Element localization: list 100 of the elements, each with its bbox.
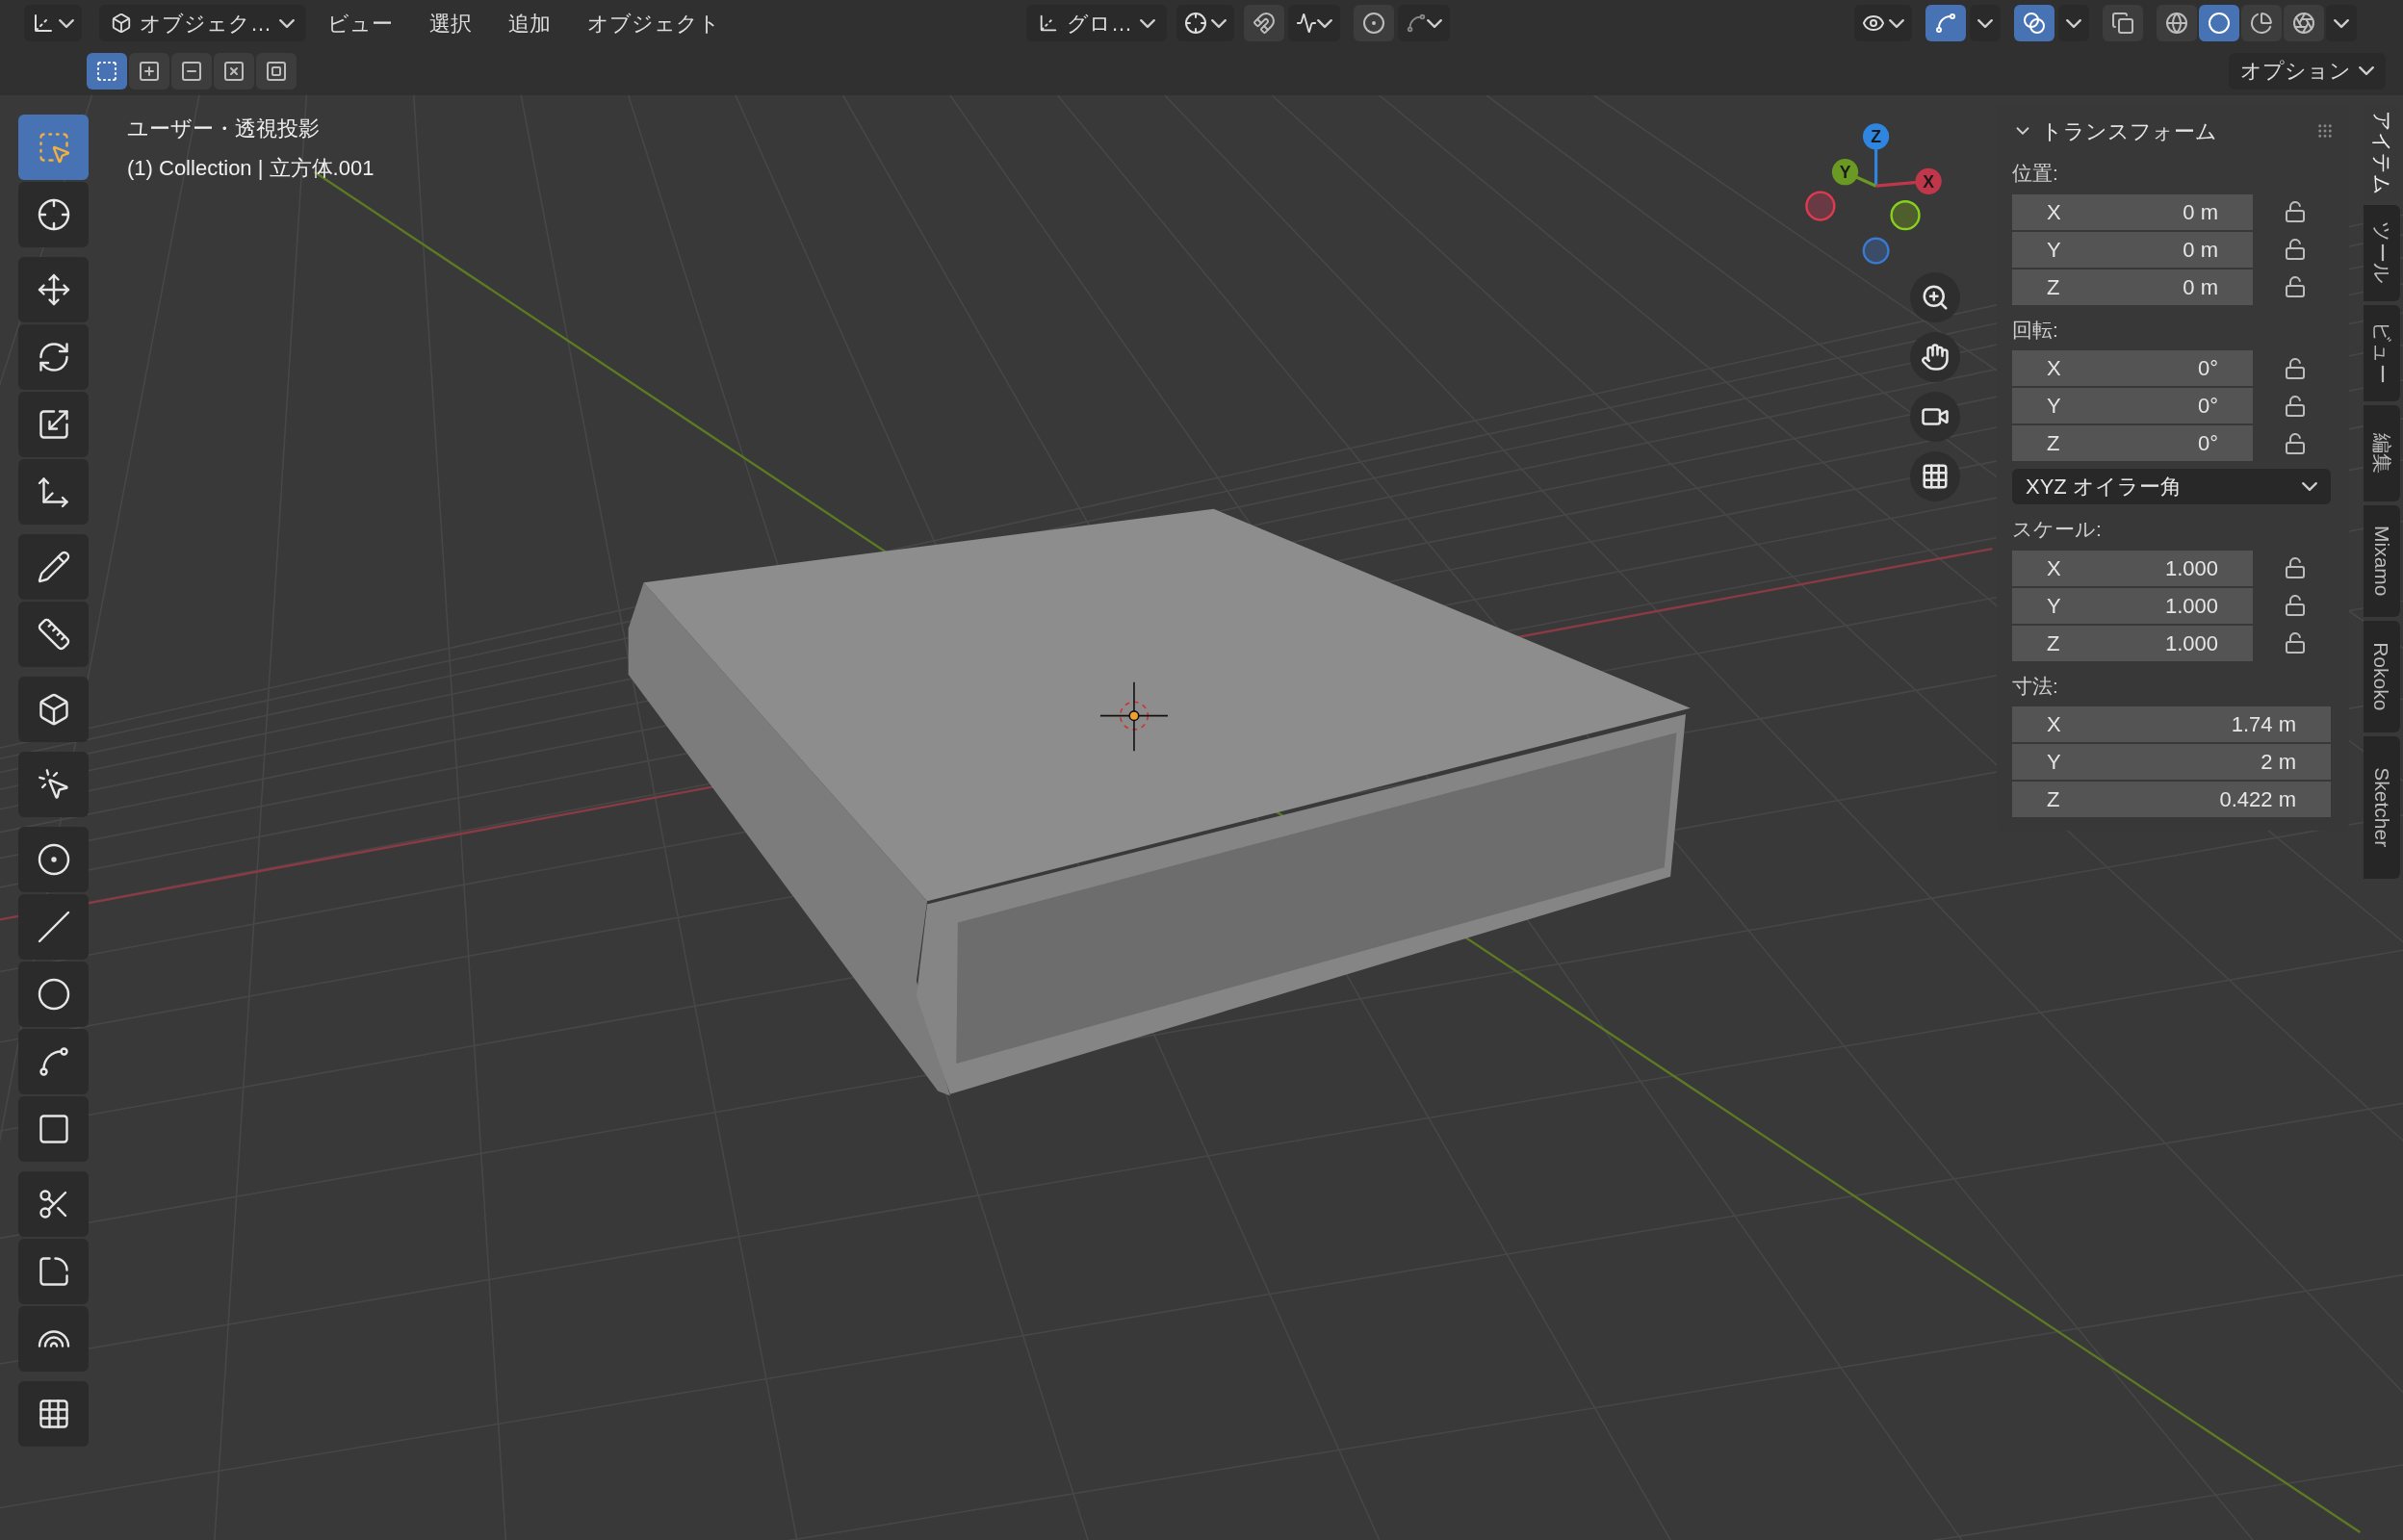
- lock-open-icon: [2284, 275, 2307, 298]
- tool-button[interactable]: [18, 1381, 89, 1447]
- negative-axis-handle[interactable]: [1805, 191, 1836, 221]
- sidebar-tab[interactable]: Sketcher: [2364, 736, 2400, 879]
- number-field[interactable]: Y 0°: [2012, 388, 2253, 424]
- shading-button[interactable]: [2157, 5, 2197, 41]
- number-field[interactable]: Y 1.000: [2012, 587, 2253, 624]
- negative-axis-handle[interactable]: [1890, 200, 1921, 231]
- caret-icon: [1889, 18, 1904, 28]
- number-field[interactable]: Z 1.000: [2012, 625, 2253, 661]
- lock-toggle[interactable]: [2284, 356, 2307, 380]
- falloff-curve-icon: [1406, 13, 1427, 34]
- lock-toggle[interactable]: [2284, 556, 2307, 579]
- snap-toggle[interactable]: [1244, 5, 1284, 41]
- sidebar-tab[interactable]: Mixamo: [2364, 505, 2400, 617]
- select-mode-button[interactable]: [87, 52, 127, 90]
- field-value: 0 m: [2183, 273, 2218, 301]
- tool-button[interactable]: [18, 1171, 89, 1237]
- sidebar-tab[interactable]: ビュー: [2364, 305, 2400, 401]
- tool-button[interactable]: [18, 182, 89, 247]
- gizmo-toggle[interactable]: [1925, 5, 1966, 41]
- overlays-toggle[interactable]: [2014, 5, 2054, 41]
- axis-label: Z: [2047, 273, 2060, 301]
- overlays-dropdown[interactable]: [2058, 5, 2089, 41]
- menu-item[interactable]: 追加: [508, 7, 551, 39]
- select-mode-button[interactable]: [256, 52, 297, 90]
- snap-target-dropdown[interactable]: [1288, 5, 1340, 41]
- tool-button[interactable]: [18, 1306, 89, 1372]
- pivot-dropdown[interactable]: [1176, 5, 1234, 41]
- shading-button[interactable]: [2284, 5, 2324, 41]
- object-mode-icon: [111, 13, 132, 34]
- navigation-button[interactable]: [1910, 392, 1960, 442]
- axis-handle[interactable]: Z: [1862, 123, 1890, 187]
- tool-button[interactable]: [18, 602, 89, 667]
- tool-button[interactable]: [18, 392, 89, 457]
- field-value: 0 m: [2183, 236, 2218, 264]
- number-field[interactable]: X 1.74 m: [2012, 706, 2331, 742]
- negative-axis-handle[interactable]: [1862, 237, 1890, 265]
- number-field[interactable]: Y 2 m: [2012, 744, 2331, 780]
- drag-handle-icon: [2316, 122, 2334, 140]
- lock-toggle[interactable]: [2284, 200, 2307, 223]
- navigation-button[interactable]: [1910, 272, 1960, 322]
- tool-button[interactable]: [18, 677, 89, 742]
- proportional-edit-toggle[interactable]: [1354, 5, 1394, 41]
- select-mode-button[interactable]: [214, 52, 254, 90]
- shading-button[interactable]: [2199, 5, 2239, 41]
- sidebar-tab[interactable]: 編集: [2364, 405, 2400, 501]
- lock-toggle[interactable]: [2284, 631, 2307, 654]
- tool-button[interactable]: [18, 1096, 89, 1162]
- lock-toggle[interactable]: [2284, 594, 2307, 617]
- tool-button[interactable]: [18, 459, 89, 525]
- object-info: (1) Collection | 立方体.001: [127, 155, 375, 182]
- gizmo-dropdown[interactable]: [1970, 5, 2001, 41]
- select-mode-button[interactable]: [129, 52, 169, 90]
- number-field[interactable]: X 0 m: [2012, 193, 2253, 230]
- orientation-dropdown[interactable]: グロ…: [1026, 5, 1167, 41]
- number-field[interactable]: Z 0°: [2012, 425, 2253, 461]
- sidebar-tab[interactable]: Rokoko: [2364, 621, 2400, 732]
- lock-toggle[interactable]: [2284, 238, 2307, 261]
- wireframe-sphere-icon: [2165, 12, 2188, 35]
- mode-dropdown[interactable]: オブジェク…: [99, 5, 306, 41]
- menu-item[interactable]: 選択: [429, 7, 472, 39]
- sidebar-tab[interactable]: ツール: [2364, 205, 2400, 301]
- options-dropdown[interactable]: オプション: [2229, 52, 2386, 90]
- falloff-dropdown[interactable]: [1398, 5, 1450, 41]
- tool-button[interactable]: [18, 752, 89, 817]
- lock-toggle[interactable]: [2284, 431, 2307, 455]
- lock-open-icon: [2284, 556, 2307, 579]
- number-field[interactable]: X 0°: [2012, 350, 2253, 386]
- shading-button[interactable]: [2241, 5, 2282, 41]
- editor-type-button[interactable]: [24, 5, 82, 41]
- xray-toggle[interactable]: [2103, 5, 2143, 41]
- rotation-mode-dropdown[interactable]: XYZ オイラー角: [2012, 469, 2331, 504]
- axis-label: X: [2047, 355, 2061, 382]
- navigation-button[interactable]: [1910, 332, 1960, 382]
- group-label: 寸法:: [2012, 673, 2059, 699]
- tool-button[interactable]: [18, 324, 89, 390]
- lock-toggle[interactable]: [2284, 394, 2307, 418]
- number-field[interactable]: X 1.000: [2012, 550, 2253, 586]
- tool-button[interactable]: [18, 827, 89, 892]
- move-icon: [36, 272, 71, 307]
- axis-label: Y: [2047, 393, 2061, 420]
- shading-dropdown[interactable]: [2326, 5, 2357, 41]
- menu-item[interactable]: ビュー: [327, 7, 393, 39]
- navigation-button[interactable]: [1910, 451, 1960, 501]
- tool-button[interactable]: [18, 534, 89, 600]
- caret-icon: [1211, 18, 1227, 28]
- menu-item[interactable]: オブジェクト: [587, 7, 720, 39]
- number-field[interactable]: Z 0.422 m: [2012, 782, 2331, 817]
- lock-toggle[interactable]: [2284, 275, 2307, 298]
- number-field[interactable]: Z 0 m: [2012, 269, 2253, 305]
- number-field[interactable]: Y 0 m: [2012, 231, 2253, 268]
- tool-button[interactable]: [18, 962, 89, 1027]
- tool-button[interactable]: [18, 1239, 89, 1304]
- field-value: 0°: [2197, 355, 2218, 382]
- tool-button[interactable]: [18, 257, 89, 322]
- select-mode-button[interactable]: [171, 52, 212, 90]
- axis-label: Y: [2047, 592, 2061, 620]
- tool-button[interactable]: [18, 1029, 89, 1094]
- visibility-dropdown[interactable]: [1854, 5, 1912, 41]
